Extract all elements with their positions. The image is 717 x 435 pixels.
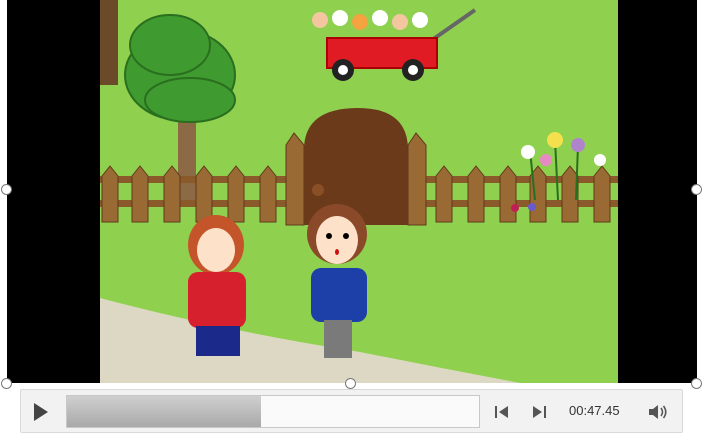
girl-character bbox=[188, 215, 246, 356]
time-display: 00:47.45 bbox=[569, 403, 620, 418]
progress-fill bbox=[67, 396, 261, 427]
step-back-button[interactable] bbox=[491, 402, 513, 422]
garden-door bbox=[304, 108, 408, 225]
step-forward-button[interactable] bbox=[528, 402, 550, 422]
volume-button[interactable] bbox=[645, 401, 671, 423]
resize-handle-bottom-left[interactable] bbox=[1, 378, 12, 389]
tree-trunk-left bbox=[100, 0, 118, 85]
video-scene bbox=[100, 0, 618, 383]
resize-handle-right-middle[interactable] bbox=[691, 184, 702, 195]
play-button[interactable] bbox=[27, 399, 55, 425]
video-frame[interactable] bbox=[1, 0, 702, 389]
play-icon bbox=[34, 403, 48, 421]
step-back-icon bbox=[495, 406, 508, 418]
resize-handle-left-middle[interactable] bbox=[1, 184, 12, 195]
resize-handle-bottom-middle[interactable] bbox=[345, 378, 356, 389]
volume-icon bbox=[649, 405, 667, 419]
resize-handle-bottom-right[interactable] bbox=[691, 378, 702, 389]
progress-bar[interactable] bbox=[66, 395, 480, 428]
step-forward-icon bbox=[533, 406, 546, 418]
media-controls-bar: 00:47.45 bbox=[20, 389, 683, 433]
